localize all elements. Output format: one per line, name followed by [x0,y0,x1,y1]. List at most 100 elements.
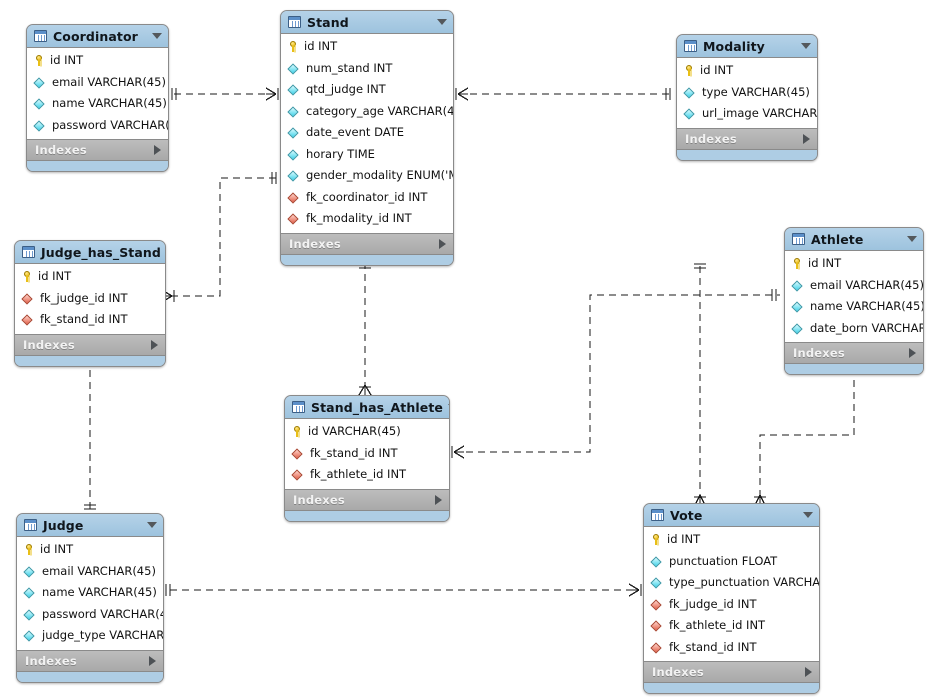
column-row[interactable]: num_stand INT [281,58,453,80]
column-row[interactable]: email VARCHAR(45) [27,72,168,94]
column-row[interactable]: date_born VARCHAR(45) [785,318,923,340]
table-columns-modality: id INT type VARCHAR(45) url_image VARCHAR(… [677,58,817,129]
table-judge_has_stand[interactable]: Judge_has_Stand id INT fk_judge_id INT fk_s… [14,240,166,367]
table-header-athlete[interactable]: Athlete [785,228,923,251]
diamond-cyan-icon [288,106,301,117]
column-row[interactable]: email VARCHAR(45) [17,561,163,583]
chevron-down-icon[interactable] [448,404,449,410]
table-coordinator[interactable]: Coordinator id INT email VARCHAR(45) name V… [26,24,169,172]
chevron-down-icon[interactable] [907,236,917,242]
card-many-stand-right [457,87,469,101]
indexes-bar-modality[interactable]: Indexes [677,128,817,150]
column-row[interactable]: fk_judge_id INT [644,594,819,616]
column-row[interactable]: password VARCHAR(45) [17,604,163,626]
column-row[interactable]: judge_type VARCHAR(45) [17,625,163,647]
table-athlete[interactable]: Athlete id INT email VARCHAR(45) name VARCH… [784,227,924,375]
table-stand_has_athlete[interactable]: Stand_has_Athleteid VARCHAR(45) fk_stand_… [284,395,450,522]
indexes-bar-stand_has_athlete[interactable]: Indexes [285,489,449,511]
table-icon [288,16,301,28]
column-row[interactable]: horary TIME [281,144,453,166]
triangle-right-icon[interactable] [435,494,442,505]
column-row[interactable]: date_event DATE [281,122,453,144]
column-row[interactable]: fk_coordinator_id INT [281,187,453,209]
table-header-vote[interactable]: Vote [644,504,819,527]
column-row[interactable]: gender_modality ENUM('M', 'F') [281,165,453,187]
column-row[interactable]: fk_athlete_id INT [644,615,819,637]
indexes-bar-judge[interactable]: Indexes [17,650,163,672]
column-row[interactable]: id INT [17,539,163,561]
column-row[interactable]: id VARCHAR(45) [285,421,449,443]
column-row[interactable]: fk_stand_id INT [285,443,449,465]
column-row[interactable]: id INT [281,36,453,58]
card-one-modality [665,88,671,100]
table-title: Stand_has_Athlete [311,399,443,415]
indexes-bar-judge_has_stand[interactable]: Indexes [15,334,165,356]
table-stand[interactable]: Stand id INT num_stand INT qtd_judge INT cat… [280,10,454,266]
column-label: fk_judge_id INT [40,290,128,305]
column-row[interactable]: type_punctuation VARCHAR(45) [644,572,819,594]
column-row[interactable]: url_image VARCHAR(45) [677,103,817,125]
diamond-cyan-icon [651,577,664,588]
column-row[interactable]: id INT [15,266,165,288]
column-row[interactable]: punctuation FLOAT [644,551,819,573]
table-header-coordinator[interactable]: Coordinator [27,25,168,48]
table-columns-judge_has_stand: id INT fk_judge_id INT fk_stand_id INT [15,264,165,335]
column-row[interactable]: id INT [27,50,168,72]
triangle-right-icon[interactable] [909,348,916,358]
table-columns-stand_has_athlete: id VARCHAR(45) fk_stand_id INT fk_athlete_… [285,419,449,490]
triangle-right-icon[interactable] [151,339,158,350]
column-label: url_image VARCHAR(45) [702,106,818,120]
indexes-bar-athlete[interactable]: Indexes [785,343,923,364]
indexes-bar-vote[interactable]: Indexes [644,662,819,683]
card-many-sha-top [358,384,372,396]
triangle-right-icon[interactable] [149,655,156,666]
table-header-judge_has_stand[interactable]: Judge_has_Stand [15,241,165,264]
chevron-down-icon[interactable] [147,522,157,528]
column-label: fk_coordinator_id INT [306,189,428,204]
card-one-stand-vote [694,263,706,269]
diamond-red-icon [292,448,305,459]
diamond-cyan-icon [288,149,301,160]
column-row[interactable]: fk_judge_id INT [15,288,165,310]
table-header-stand[interactable]: Stand [281,11,453,34]
chevron-down-icon[interactable] [803,512,813,518]
column-row[interactable]: fk_athlete_id INT [285,464,449,486]
column-row[interactable]: name VARCHAR(45) [27,93,168,115]
chevron-down-icon[interactable] [437,19,447,25]
eer-diagram-canvas[interactable]: Coordinator id INT email VARCHAR(45) name V… [0,0,934,697]
chevron-down-icon[interactable] [152,33,162,39]
column-row[interactable]: id INT [644,529,819,551]
triangle-right-icon[interactable] [439,238,446,249]
column-row[interactable]: type VARCHAR(45) [677,82,817,104]
table-judge[interactable]: Judge id INT email VARCHAR(45) name VARCHAR… [16,513,164,683]
column-row[interactable]: qtd_judge INT [281,79,453,101]
column-row[interactable]: name VARCHAR(45) [17,582,163,604]
triangle-right-icon[interactable] [803,133,810,144]
column-row[interactable]: id INT [785,253,923,275]
key-icon [791,257,804,270]
column-row[interactable]: category_age VARCHAR(45) [281,101,453,123]
column-row[interactable]: fk_stand_id INT [644,637,819,659]
column-row[interactable]: password VARCHAR(45) [27,115,168,137]
table-header-stand_has_athlete[interactable]: Stand_has_Athlete [285,396,449,419]
column-row[interactable]: email VARCHAR(45) [785,275,923,297]
diamond-red-icon [651,599,664,610]
table-header-modality[interactable]: Modality [677,35,817,58]
column-row[interactable]: fk_modality_id INT [281,208,453,230]
table-icon [24,519,37,531]
column-row[interactable]: fk_stand_id INT [15,309,165,331]
rel-stand-judgehasstand [172,177,276,297]
triangle-right-icon[interactable] [154,145,161,155]
table-header-judge[interactable]: Judge [17,514,163,537]
card-many-sha-right [453,445,465,459]
diamond-cyan-icon [24,566,37,577]
table-vote[interactable]: Vote id INT punctuation FLOAT type_punctuat… [643,503,820,694]
column-label: name VARCHAR(45) [52,96,167,110]
indexes-bar-coordinator[interactable]: Indexes [27,140,168,161]
column-row[interactable]: id INT [677,60,817,82]
triangle-right-icon[interactable] [805,667,812,677]
table-modality[interactable]: Modality id INT type VARCHAR(45) url_image … [676,34,818,161]
chevron-down-icon[interactable] [801,43,811,49]
column-row[interactable]: name VARCHAR(45) [785,296,923,318]
indexes-bar-stand[interactable]: Indexes [281,233,453,255]
